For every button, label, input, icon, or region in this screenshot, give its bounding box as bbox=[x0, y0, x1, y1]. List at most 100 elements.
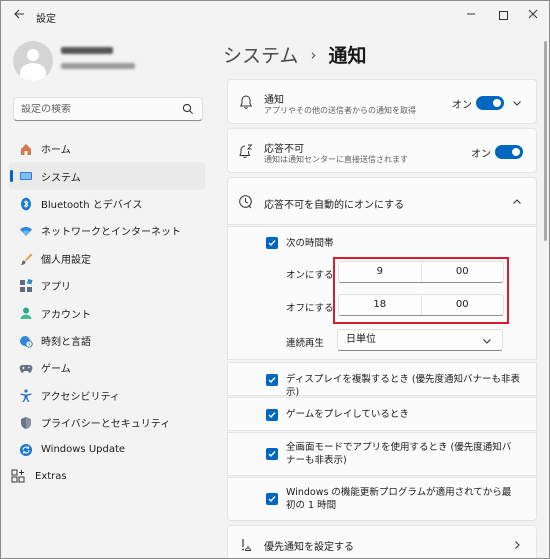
maximize-button[interactable] bbox=[491, 5, 515, 25]
minimize-icon bbox=[467, 13, 475, 15]
extras-label: Extras bbox=[35, 470, 67, 482]
sidebar-item-label: ゲーム bbox=[41, 364, 71, 376]
avatar-body-shape bbox=[20, 63, 46, 81]
dnd-title: 応答不可 bbox=[264, 144, 304, 155]
option-checkbox[interactable] bbox=[266, 493, 278, 505]
sidebar-item-accessibility[interactable]: アクセシビリティ bbox=[9, 382, 205, 409]
avatar[interactable] bbox=[13, 41, 53, 81]
title-bar: 設定 bbox=[1, 1, 549, 31]
breadcrumb-separator: › bbox=[310, 45, 317, 64]
extras-icon bbox=[11, 469, 25, 483]
option-label: 全画面モードでアプリを使用するとき (優先度通知バナーも非表示) bbox=[286, 442, 512, 466]
brush-icon bbox=[20, 253, 33, 265]
sidebar-item-home[interactable]: ホーム bbox=[9, 135, 205, 162]
arrow-left-icon bbox=[14, 9, 24, 19]
sidebar-item-label: アプリ bbox=[41, 282, 71, 294]
clock-icon bbox=[239, 195, 252, 209]
dnd-subtitle: 通知は通知センターに直接送信されます bbox=[264, 155, 408, 164]
off-time-label: オフにする bbox=[286, 303, 334, 314]
avatar-head-shape bbox=[27, 49, 39, 61]
sidebar-item-gaming[interactable]: ゲーム bbox=[9, 354, 205, 381]
scrollbar[interactable] bbox=[544, 41, 547, 241]
priority-title: 優先通知を設定する bbox=[264, 542, 354, 553]
notifications-title: 通知 bbox=[264, 95, 284, 106]
bell-snooze-icon bbox=[239, 144, 253, 159]
option-duplicate-display[interactable]: ディスプレイを複製するとき (優先度通知バナーも非表示) bbox=[227, 362, 537, 398]
sidebar-item-label: 時刻と言語 bbox=[41, 336, 91, 348]
breadcrumb: システム › 通知 bbox=[223, 41, 366, 68]
repeat-value: 日単位 bbox=[346, 334, 376, 345]
sidebar-item-extras[interactable]: Extras bbox=[11, 469, 67, 483]
sidebar-item-network[interactable]: ネットワークとインターネット bbox=[9, 217, 205, 244]
option-label: ゲームをプレイしているとき bbox=[286, 409, 409, 420]
option-fullscreen[interactable]: 全画面モードでアプリを使用するとき (優先度通知バナーも非表示) bbox=[227, 432, 537, 476]
dnd-toggle[interactable] bbox=[495, 145, 523, 159]
sidebar-item-accounts[interactable]: アカウント bbox=[9, 299, 205, 326]
update-icon bbox=[20, 444, 32, 457]
search-input[interactable] bbox=[21, 103, 181, 115]
notifications-toggle[interactable] bbox=[476, 96, 504, 110]
close-button[interactable] bbox=[521, 5, 545, 25]
time-period-checkbox[interactable] bbox=[266, 237, 278, 249]
close-icon bbox=[528, 9, 538, 19]
settings-window: 設定 ホーム システム Bluetooth とデバイス bbox=[0, 0, 550, 559]
person-icon bbox=[20, 307, 32, 320]
sidebar-item-system[interactable]: システム bbox=[9, 162, 205, 190]
sidebar-item-time-language[interactable]: 時刻と言語 bbox=[9, 327, 205, 354]
option-label: ディスプレイを複製するとき (優先度通知バナーも非表示) bbox=[286, 374, 521, 398]
time-highlight-annotation bbox=[333, 257, 509, 324]
sidebar-item-personalization[interactable]: 個人用設定 bbox=[9, 245, 205, 272]
dnd-toggle-state: オン bbox=[471, 149, 491, 160]
apps-icon bbox=[20, 278, 33, 292]
chevron-right-icon[interactable] bbox=[512, 540, 522, 550]
repeat-label: 連続再生 bbox=[286, 338, 325, 349]
chevron-down-icon[interactable] bbox=[512, 98, 522, 108]
globe-clock-icon bbox=[20, 335, 33, 348]
sidebar-item-label: ホーム bbox=[41, 145, 71, 157]
checkmark-icon bbox=[268, 412, 276, 419]
option-checkbox[interactable] bbox=[266, 448, 278, 460]
checkmark-icon bbox=[268, 451, 276, 458]
sidebar-item-label: システム bbox=[41, 172, 81, 184]
chevron-up-icon[interactable] bbox=[512, 197, 522, 207]
accessibility-icon bbox=[20, 388, 32, 402]
bell-icon bbox=[240, 95, 252, 109]
search-icon[interactable] bbox=[182, 103, 194, 115]
sidebar-item-windows-update[interactable]: Windows Update bbox=[9, 436, 205, 463]
display-icon bbox=[20, 172, 32, 181]
notifications-toggle-state: オン bbox=[452, 100, 472, 111]
option-label: Windows の機能更新プログラムが適用されてから最初の 1 時間 bbox=[286, 487, 512, 511]
sidebar-item-apps[interactable]: アプリ bbox=[9, 272, 205, 299]
sidebar-item-label: Bluetooth とデバイス bbox=[41, 199, 143, 211]
page-title: 通知 bbox=[328, 45, 367, 67]
maximize-icon bbox=[498, 11, 508, 20]
sidebar-item-label: プライバシーとセキュリティ bbox=[41, 419, 171, 431]
home-icon bbox=[21, 144, 31, 155]
notifications-subtitle: アプリやその他の送信者からの通知を取得 bbox=[264, 106, 416, 115]
sidebar-item-privacy-security[interactable]: プライバシーとセキュリティ bbox=[9, 409, 205, 436]
option-checkbox[interactable] bbox=[266, 409, 278, 421]
bluetooth-icon bbox=[21, 197, 31, 211]
auto-dnd-header[interactable]: 応答不可を自動的にオンにする bbox=[227, 177, 537, 225]
sidebar-item-bluetooth[interactable]: Bluetooth とデバイス bbox=[9, 190, 205, 217]
user-name-redacted bbox=[61, 47, 113, 54]
gamepad-icon bbox=[19, 365, 33, 373]
sidebar-item-label: Windows Update bbox=[41, 444, 126, 456]
dnd-card: 応答不可 通知は通知センターに直接送信されます オン bbox=[227, 128, 537, 173]
notifications-card[interactable]: 通知 アプリやその他の送信者からの通知を取得 オン bbox=[227, 79, 537, 124]
priority-card[interactable]: 優先通知を設定する bbox=[227, 525, 537, 558]
search-box[interactable] bbox=[13, 97, 203, 121]
sidebar-item-label: アクセシビリティ bbox=[41, 391, 120, 403]
option-checkbox[interactable] bbox=[266, 374, 278, 386]
repeat-select[interactable]: 日単位 bbox=[337, 329, 503, 351]
option-feature-update[interactable]: Windows の機能更新プログラムが適用されてから最初の 1 時間 bbox=[227, 477, 537, 521]
option-gaming[interactable]: ゲームをプレイしているとき bbox=[227, 397, 537, 431]
back-button[interactable] bbox=[11, 8, 27, 24]
shield-icon bbox=[21, 416, 31, 429]
checkmark-icon bbox=[268, 377, 276, 384]
sidebar-nav: ホーム システム Bluetooth とデバイス ネットワークとインターネット … bbox=[9, 135, 205, 464]
chevron-down-icon bbox=[483, 339, 491, 344]
breadcrumb-parent[interactable]: システム bbox=[223, 41, 298, 68]
checkmark-icon bbox=[268, 496, 276, 503]
minimize-button[interactable] bbox=[459, 5, 483, 25]
